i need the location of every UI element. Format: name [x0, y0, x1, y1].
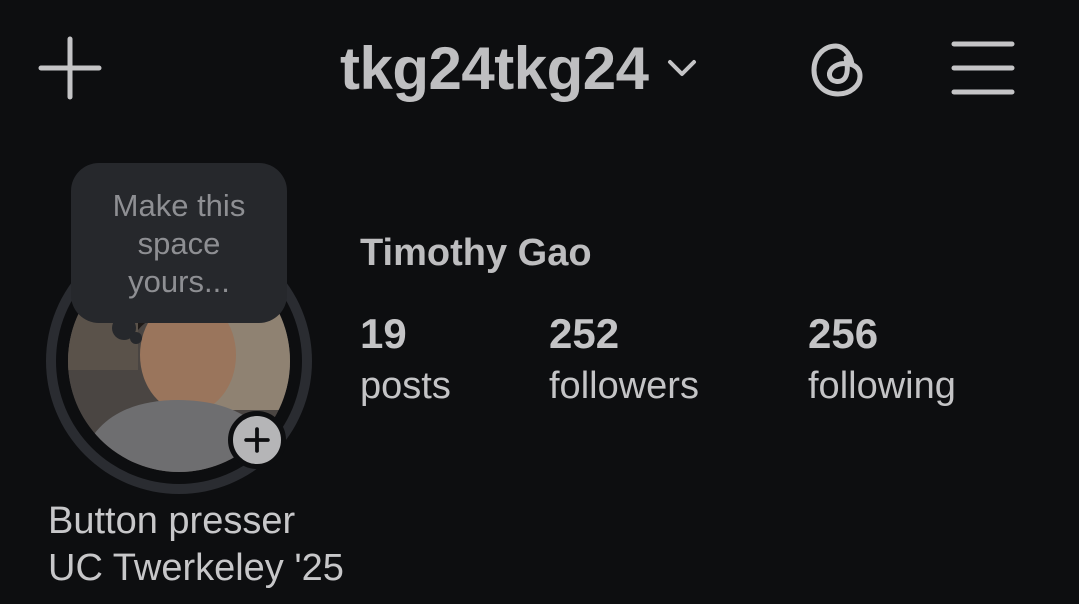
following-label: following [808, 365, 956, 407]
threads-icon [811, 43, 863, 97]
bio-line: Button presser [48, 500, 296, 542]
threads-button[interactable] [806, 34, 870, 104]
note-bubble[interactable]: Make this space yours... [71, 163, 287, 323]
posts-label: posts [360, 365, 451, 407]
note-bubble-tail-small [130, 332, 142, 344]
plus-icon [244, 427, 270, 453]
followers-count: 252 [549, 310, 620, 357]
menu-icon [951, 41, 1015, 95]
username: tkg24tkg24 [340, 34, 649, 102]
following-stat[interactable]: 256 following [808, 310, 956, 414]
following-count: 256 [808, 310, 879, 357]
add-story-button[interactable] [228, 411, 286, 469]
posts-stat[interactable]: 19 posts [360, 310, 451, 414]
bio: Button presser UC Twerkeley '25 [48, 498, 344, 592]
followers-label: followers [549, 365, 699, 407]
menu-button[interactable] [950, 38, 1016, 98]
bio-line: UC Twerkeley '25 [48, 547, 344, 589]
followers-stat[interactable]: 252 followers [549, 310, 699, 414]
posts-count: 19 [360, 310, 407, 357]
full-name: Timothy Gao [360, 232, 592, 274]
note-text: Make this space yours... [112, 188, 246, 299]
create-button[interactable] [38, 36, 102, 100]
account-switcher[interactable]: tkg24tkg24 [340, 28, 700, 108]
chevron-down-icon [668, 60, 697, 76]
plus-icon [38, 36, 102, 100]
